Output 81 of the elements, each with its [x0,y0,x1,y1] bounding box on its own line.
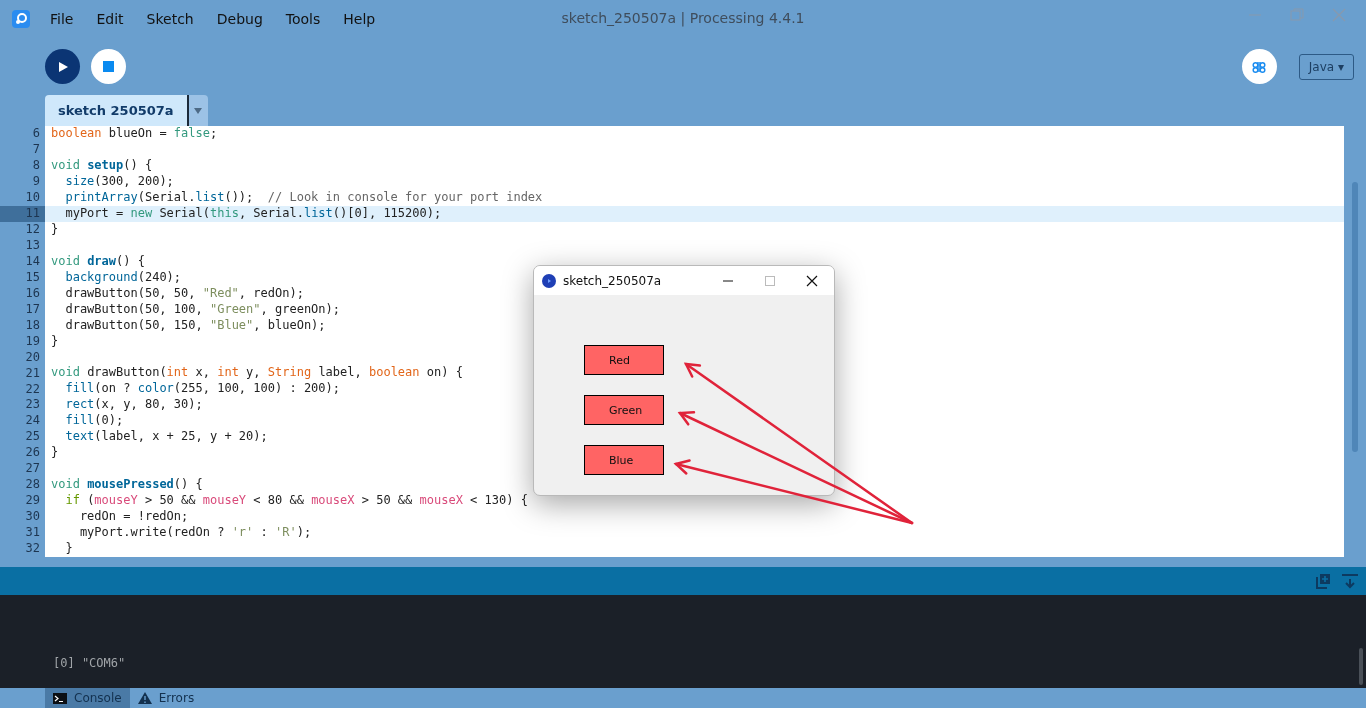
app-logo-icon [12,10,30,28]
scrollbar-thumb[interactable] [1352,182,1358,452]
code-line: } [64,541,73,557]
mode-dropdown[interactable]: Java ▾ [1298,53,1354,80]
line-number: 15 [24,269,41,286]
code-line: myPort.write(redOn ? 'r' : 'R'); [78,525,312,541]
line-number: 18 [24,317,41,334]
warning-icon [137,692,152,704]
line-number: 21 [24,365,41,382]
code-line: } [51,333,59,350]
menu-item[interactable]: File [50,11,74,27]
code-line: void setup() { [51,157,153,174]
code-line: redOn = !redOn; [78,509,189,525]
menu-item[interactable]: Sketch [146,11,194,27]
code-line: void mousePressed() { [51,477,203,493]
line-number: 29 [24,493,41,510]
menu-item[interactable]: Edit [96,11,124,27]
line-number: 23 [24,397,41,414]
code-line: fill(0); [64,413,124,430]
console-output: [0] "COM6" [53,656,127,670]
code-line: drawButton(50, 150, "Blue", blueOn); [64,317,326,334]
code-line: drawButton(50, 100, "Green", greenOn); [64,301,340,318]
play-icon [56,60,69,73]
code-line: if (mouseY > 50 && mouseY < 80 && mouseX > 50 && mouseX < 130) { [64,493,528,509]
line-number: 17 [24,301,41,318]
close-icon[interactable] [806,274,818,287]
line-number: 13 [24,237,41,254]
line-number: 26 [24,445,41,462]
line-number: 7 [31,141,41,158]
menu-item[interactable]: Debug [216,11,263,27]
line-number: 6 [31,126,41,142]
code-line: drawButton(50, 50, "Red", redOn); [64,285,304,302]
debug-button[interactable] [1241,49,1277,84]
sketch-toggle-button[interactable]: Blue [584,445,664,475]
line-number: 27 [24,461,41,478]
sketch-toggle-button[interactable]: Green [584,395,664,425]
sketch-window-title: sketch_250507a [563,273,663,288]
line-number: 32 [24,541,41,558]
code-line: size(300, 200); [64,173,174,190]
code-line: fill(on ? color(255, 100, 100) : 200); [64,381,340,398]
line-number: 8 [31,157,41,174]
console-tab[interactable]: Errors [129,688,203,708]
editor-tab[interactable]: sketch 250507a [45,95,189,126]
code-line: text(label, x + 25, y + 20); [64,429,268,446]
code-line: } [51,445,59,462]
line-number: 25 [24,429,41,446]
maximize-icon[interactable] [764,274,776,287]
line-number: 30 [24,509,41,526]
code-line: rect(x, y, 80, 30); [64,397,203,414]
stop-icon [103,61,114,72]
code-line: void draw() { [51,253,145,270]
scroll-down-icon[interactable] [1342,573,1358,589]
terminal-icon [53,692,67,704]
code-line: background(240); [64,269,182,286]
caret-icon [194,107,203,114]
line-number: 12 [24,221,41,238]
line-number: 22 [24,381,41,398]
window-title: sketch_250507a | Processing 4.4.1 [561,10,805,26]
run-button[interactable] [45,49,80,84]
code-line: void drawButton(int x, int y, String label, boolean on) { [51,365,463,382]
line-number: 11 [0,205,45,222]
code-line: } [51,221,59,238]
code-line: myPort = new Serial(this, Serial.list()[0], 115200); [64,205,442,222]
copy-add-icon[interactable] [1316,573,1330,589]
line-number: 19 [24,333,41,350]
stop-button[interactable] [91,49,126,84]
menu-item[interactable]: Help [343,11,376,27]
line-number: 28 [24,477,41,494]
line-number: 14 [24,253,41,270]
line-number: 24 [24,413,41,430]
line-number: 16 [24,285,41,302]
app-icon [542,273,556,288]
sketch-toggle-button[interactable]: Red [584,345,664,375]
code-line: boolean blueOn = false; [51,126,218,142]
menu-item[interactable]: Tools [285,11,321,27]
line-number: 9 [31,173,41,190]
line-number: 20 [24,349,41,366]
line-number: 10 [24,189,41,206]
scrollbar-thumb[interactable] [1359,648,1363,685]
line-number: 31 [24,525,41,542]
code-line: printArray(Serial.list()); // Look in console for your port index [64,189,543,206]
